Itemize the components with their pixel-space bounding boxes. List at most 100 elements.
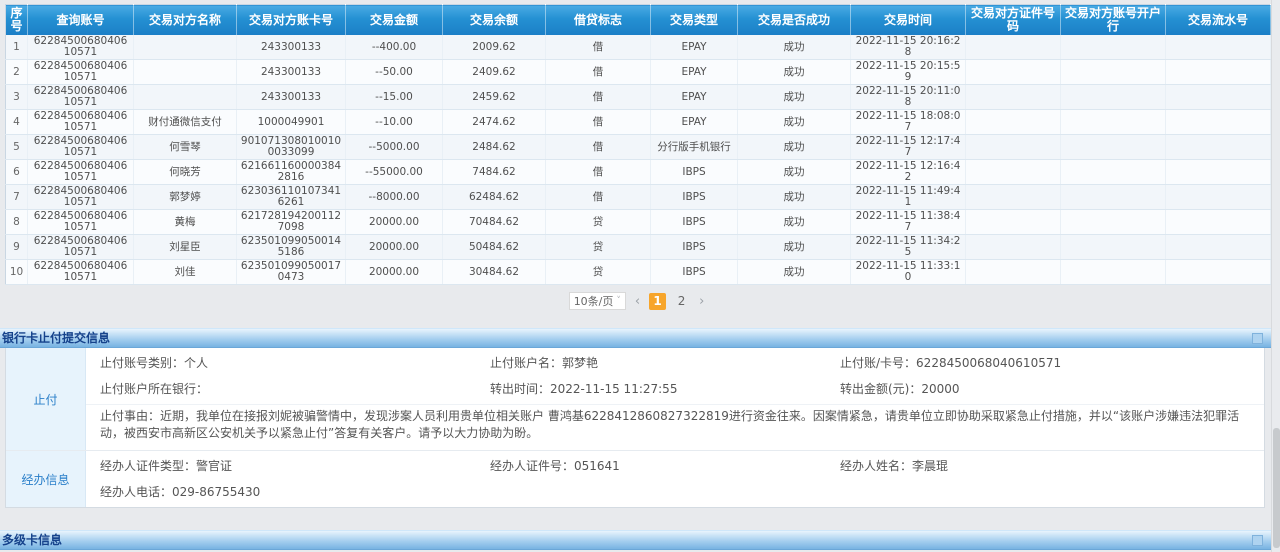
transaction-row[interactable]: 7 6228450068040610571 郭梦婷 62303611010734…: [6, 185, 1271, 210]
cell-success-status: 成功: [738, 110, 851, 135]
cell-counterparty-cert: [966, 235, 1061, 260]
cell-success-status: 成功: [738, 160, 851, 185]
cell-transaction-type: EPAY: [651, 35, 738, 60]
field-operator-cert-type: 经办人证件类型：警官证: [100, 453, 490, 479]
transaction-row[interactable]: 1 6228450068040610571 243300133 --400.00…: [6, 35, 1271, 60]
cell-query-account: 6228450068040610571: [28, 60, 134, 85]
cell-counterparty-card: 1000049901: [237, 110, 346, 135]
cell-counterparty-cert: [966, 185, 1061, 210]
cell-balance: 62484.62: [443, 185, 546, 210]
stop-payment-label: 止付: [6, 348, 86, 450]
cell-transaction-type: IBPS: [651, 185, 738, 210]
vertical-scrollbar[interactable]: [1271, 0, 1280, 552]
transaction-row[interactable]: 6 6228450068040610571 何晓芳 62166116000038…: [6, 160, 1271, 185]
page-size-select[interactable]: 10条/页 ˅: [569, 292, 626, 310]
field-transfer-time: 转出时间：2022-11-15 11:27:55: [490, 376, 840, 402]
cell-transaction-type: EPAY: [651, 60, 738, 85]
cell-counterparty-name: 郭梦婷: [134, 185, 237, 210]
scrollbar-thumb[interactable]: [1273, 428, 1280, 548]
column-header: 交易类型: [651, 5, 738, 36]
cell-seq: 1: [6, 35, 28, 60]
transaction-row[interactable]: 4 6228450068040610571 财付通微信支付 1000049901…: [6, 110, 1271, 135]
cell-transaction-type: IBPS: [651, 260, 738, 285]
stop-payment-title-bar: 银行卡止付提交信息: [0, 328, 1271, 348]
cell-amount: 20000.00: [346, 210, 443, 235]
cell-seq: 8: [6, 210, 28, 235]
cell-balance: 2459.62: [443, 85, 546, 110]
column-header: 查询账号: [28, 5, 134, 36]
field-card-number: 止付账/卡号：6228450068040610571: [840, 350, 1254, 376]
transaction-row[interactable]: 10 6228450068040610571 刘佳 62350109905001…: [6, 260, 1271, 285]
transaction-row[interactable]: 8 6228450068040610571 黄梅 621728194200112…: [6, 210, 1271, 235]
cell-seq: 5: [6, 135, 28, 160]
column-header: 交易时间: [851, 5, 966, 36]
cell-counterparty-bank: [1061, 160, 1166, 185]
operator-info-label: 经办信息: [6, 451, 86, 507]
transaction-row[interactable]: 5 6228450068040610571 何雪琴 90107130801001…: [6, 135, 1271, 160]
cell-balance: 70484.62: [443, 210, 546, 235]
transaction-row[interactable]: 3 6228450068040610571 243300133 --15.00 …: [6, 85, 1271, 110]
cell-debit-credit-flag: 贷: [546, 235, 651, 260]
cell-counterparty-card: 243300133: [237, 60, 346, 85]
cell-query-account: 6228450068040610571: [28, 35, 134, 60]
cell-counterparty-bank: [1061, 135, 1166, 160]
collapse-icon[interactable]: [1252, 535, 1263, 546]
column-header: 交易金额: [346, 5, 443, 36]
cell-success-status: 成功: [738, 35, 851, 60]
cell-transaction-type: EPAY: [651, 85, 738, 110]
cell-amount: --55000.00: [346, 160, 443, 185]
cell-counterparty-cert: [966, 35, 1061, 60]
cell-counterparty-card: 9010713080100100033099: [237, 135, 346, 160]
cell-balance: 2474.62: [443, 110, 546, 135]
cell-debit-credit-flag: 借: [546, 160, 651, 185]
cell-counterparty-bank: [1061, 210, 1166, 235]
cell-transaction-time: 2022-11-15 11:38:47: [851, 210, 966, 235]
cell-transaction-time: 2022-11-15 11:33:10: [851, 260, 966, 285]
cell-debit-credit-flag: 借: [546, 135, 651, 160]
cell-transaction-time: 2022-11-15 12:16:42: [851, 160, 966, 185]
cell-counterparty-card: 6235010990500145186: [237, 235, 346, 260]
section-title: 多级卡信息: [2, 531, 62, 550]
cell-counterparty-card: 6230361101073416261: [237, 185, 346, 210]
cell-counterparty-cert: [966, 85, 1061, 110]
cell-transaction-type: EPAY: [651, 110, 738, 135]
cell-serial-number: [1166, 85, 1271, 110]
field-account-name: 止付账户名：郭梦艳: [490, 350, 840, 376]
cell-success-status: 成功: [738, 185, 851, 210]
cell-transaction-type: IBPS: [651, 235, 738, 260]
cell-serial-number: [1166, 135, 1271, 160]
stop-payment-section: 银行卡止付提交信息 止付 止付账号类别：个人 止付账户名：郭梦艳 止付账/卡号：…: [0, 328, 1280, 508]
cell-debit-credit-flag: 借: [546, 35, 651, 60]
next-page-button[interactable]: ›: [697, 294, 706, 309]
cell-counterparty-name: 黄梅: [134, 210, 237, 235]
cell-counterparty-cert: [966, 160, 1061, 185]
cell-amount: --15.00: [346, 85, 443, 110]
cell-balance: 30484.62: [443, 260, 546, 285]
cell-counterparty-bank: [1061, 35, 1166, 60]
cell-query-account: 6228450068040610571: [28, 185, 134, 210]
cell-counterparty-name: 何晓芳: [134, 160, 237, 185]
stop-payment-body: 止付 止付账号类别：个人 止付账户名：郭梦艳 止付账/卡号：6228450068…: [5, 348, 1265, 508]
page-button-2[interactable]: 2: [673, 293, 690, 310]
collapse-icon[interactable]: [1252, 333, 1263, 344]
transaction-row[interactable]: 2 6228450068040610571 243300133 --50.00 …: [6, 60, 1271, 85]
cell-transaction-time: 2022-11-15 11:49:41: [851, 185, 966, 210]
cell-serial-number: [1166, 160, 1271, 185]
cell-success-status: 成功: [738, 85, 851, 110]
cell-amount: --10.00: [346, 110, 443, 135]
transaction-row[interactable]: 9 6228450068040610571 刘星臣 62350109905001…: [6, 235, 1271, 260]
cell-counterparty-bank: [1061, 260, 1166, 285]
transactions-body: 1 6228450068040610571 243300133 --400.00…: [6, 35, 1271, 285]
cell-counterparty-card: 243300133: [237, 35, 346, 60]
stop-payment-reason: 止付事由：近期，我单位在接报刘妮被骗警情中，发现涉案人员利用贵单位相关账户 曹鸿…: [86, 404, 1264, 450]
column-header: 借贷标志: [546, 5, 651, 36]
multi-card-title-bar: 多级卡信息: [0, 530, 1271, 550]
prev-page-button[interactable]: ‹: [633, 294, 642, 309]
cell-balance: 2484.62: [443, 135, 546, 160]
cell-serial-number: [1166, 235, 1271, 260]
stop-payment-row: 止付 止付账号类别：个人 止付账户名：郭梦艳 止付账/卡号：6228450068…: [6, 348, 1264, 451]
page-size-label: 10条/页: [574, 293, 614, 309]
cell-amount: 20000.00: [346, 260, 443, 285]
cell-seq: 2: [6, 60, 28, 85]
page-button-1[interactable]: 1: [649, 293, 666, 310]
